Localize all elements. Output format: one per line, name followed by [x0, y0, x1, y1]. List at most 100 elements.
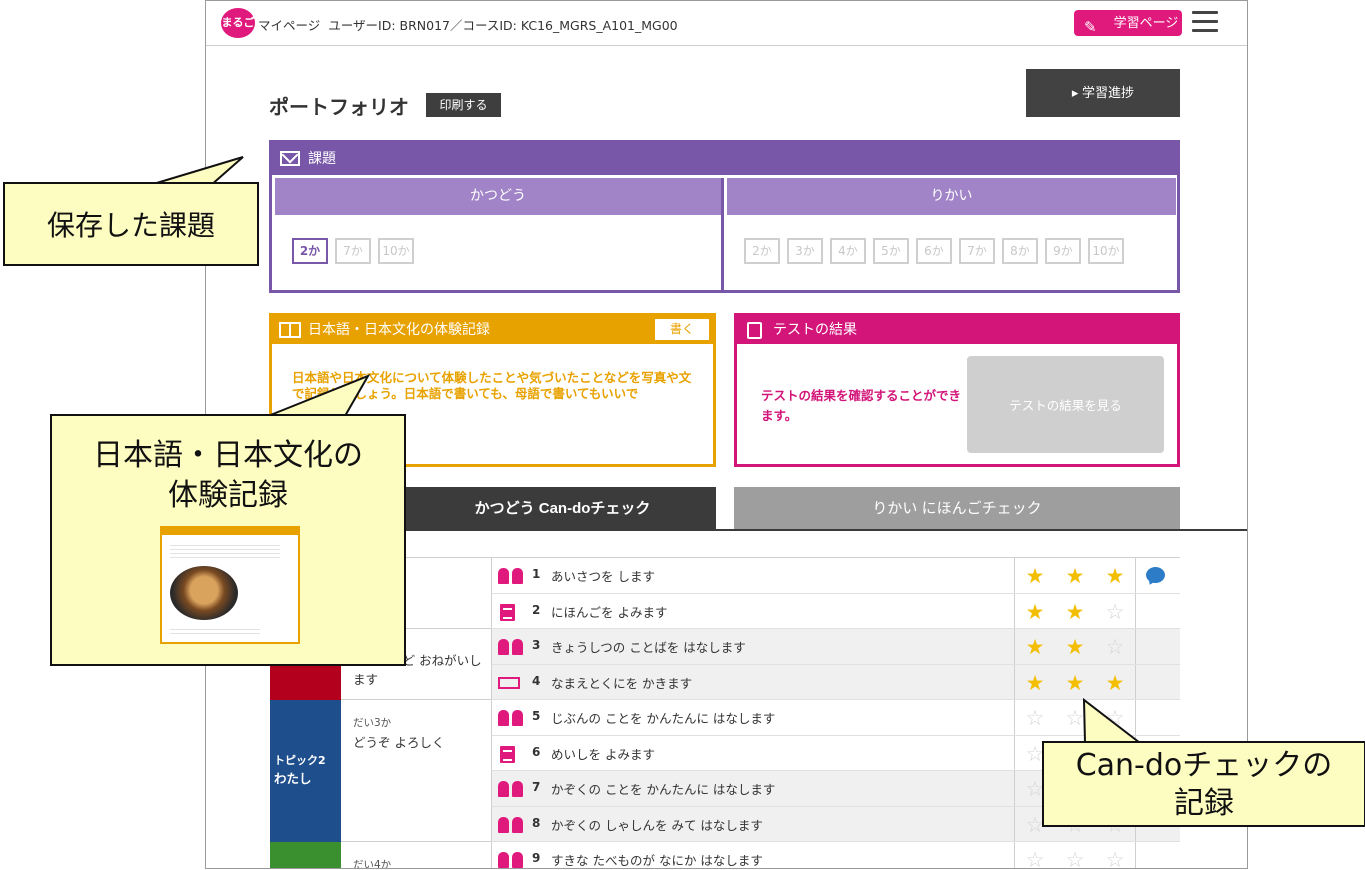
envelope-icon: [280, 151, 300, 166]
star-empty-icon[interactable]: ☆: [1101, 848, 1129, 868]
star-filled-icon[interactable]: ★: [1061, 635, 1089, 659]
kadai-rikai-column: りかい 2か 3か 4か 5か 6か 7か 8か 9か 10か: [727, 178, 1176, 290]
view-test-results-button[interactable]: テストの結果を見る: [967, 356, 1164, 453]
star-rating: ☆ ☆ ☆: [1014, 700, 1135, 735]
star-empty-icon[interactable]: ☆: [1061, 706, 1089, 730]
rikai-lesson-chip[interactable]: 9か: [1045, 238, 1081, 264]
comment-cell: [1135, 629, 1181, 664]
star-empty-icon[interactable]: ☆: [1061, 848, 1089, 868]
callout-cando-line1: Can-doチェックの: [1075, 748, 1333, 783]
katsudo-lesson-chip[interactable]: 2か: [292, 238, 328, 264]
people-icon: [498, 710, 526, 726]
document-icon: [500, 745, 515, 763]
people-icon: [498, 852, 526, 868]
breadcrumb: マイページ ユーザーID: BRN017／コースID: KC16_MGRS_A10…: [258, 15, 686, 34]
rikai-lesson-chip[interactable]: 8か: [1002, 238, 1038, 264]
document-icon: [500, 603, 515, 621]
callout-cando-record: Can-doチェックの 記録: [1042, 741, 1365, 827]
katsudo-lesson-chip[interactable]: 10か: [378, 238, 414, 264]
cando-row[interactable]: 4 なまえとくにを かきます ★ ★ ★: [491, 664, 1181, 700]
cando-statement: かぞくの ことを かんたんに はなします: [551, 782, 776, 797]
rikai-lesson-chip[interactable]: 4か: [830, 238, 866, 264]
rikai-lesson-chip[interactable]: 10か: [1088, 238, 1124, 264]
rikai-lesson-chip[interactable]: 6か: [916, 238, 952, 264]
cando-number: 5: [532, 709, 541, 723]
cando-statement: めいしを よみます: [551, 746, 655, 762]
tab-rikai-nihongo[interactable]: りかい にほんごチェック: [734, 487, 1180, 530]
callout-cando-line2: 記録: [1174, 786, 1234, 821]
study-page-button[interactable]: ✎ 学習ページ: [1074, 10, 1182, 36]
star-filled-icon[interactable]: ★: [1101, 564, 1129, 588]
cando-row[interactable]: 9 すきな たべものが なにか はなします ☆ ☆ ☆: [491, 842, 1181, 868]
top-bar: まるご マイページ ユーザーID: BRN017／コースID: KC16_MGRS…: [206, 1, 1247, 46]
cando-row[interactable]: 1 あいさつを します ★ ★ ★: [491, 558, 1180, 594]
experience-record-thumbnail: [160, 526, 300, 644]
people-icon: [498, 639, 526, 655]
star-rating: ★ ★ ★: [1014, 558, 1135, 593]
cando-number: 6: [532, 744, 541, 759]
cando-number: 1: [532, 567, 541, 581]
marugoto-logo[interactable]: まるご: [221, 8, 255, 38]
cando-statement: きょうしつの ことばを はなします: [551, 640, 746, 655]
star-rating: ☆ ☆ ☆: [1014, 842, 1135, 868]
book-icon: [279, 322, 301, 338]
cando-number: 9: [532, 851, 541, 865]
test-results-panel: テストの結果 テストの結果を確認することができます。 テストの結果を見る: [734, 313, 1180, 467]
lesson-cell: だい3か どうぞ よろしく: [341, 700, 491, 842]
learning-progress-button[interactable]: ▸ 学習進捗: [1026, 69, 1180, 117]
star-filled-icon[interactable]: ★: [1061, 671, 1089, 695]
lesson-number: だい4か: [353, 859, 392, 869]
star-filled-icon[interactable]: ★: [1021, 635, 1049, 659]
cando-number: 7: [532, 780, 541, 794]
star-filled-icon[interactable]: ★: [1021, 600, 1049, 624]
mypage-link[interactable]: マイページ: [258, 18, 320, 33]
star-rating: ★ ★ ☆: [1014, 593, 1135, 628]
star-empty-icon[interactable]: ☆: [1101, 635, 1129, 659]
people-icon: [498, 568, 526, 584]
hamburger-menu-icon[interactable]: [1192, 11, 1218, 35]
print-button[interactable]: 印刷する: [426, 93, 501, 117]
star-filled-icon[interactable]: ★: [1021, 671, 1049, 695]
people-icon: [498, 816, 526, 833]
keyboard-icon: [498, 676, 520, 689]
comment-cell: [1135, 842, 1181, 868]
star-empty-icon[interactable]: ☆: [1101, 600, 1129, 624]
kadai-katsudo-column: かつどう 2か 7か 10か: [275, 178, 724, 290]
star-rating: ★ ★ ☆: [1014, 629, 1135, 664]
cando-number: 8: [532, 815, 541, 830]
test-results-description: テストの結果を確認することができます。: [761, 388, 962, 423]
star-empty-icon[interactable]: ☆: [1101, 706, 1129, 730]
cando-row[interactable]: 5 じぶんの ことを かんたんに はなします ☆ ☆ ☆: [491, 700, 1180, 736]
cando-row[interactable]: 2 にほんごを よみます ★ ★ ☆: [491, 593, 1180, 629]
star-empty-icon[interactable]: ☆: [1021, 848, 1049, 868]
callout-experience-line2: 体験記録: [168, 478, 288, 513]
cando-row[interactable]: 3 きょうしつの ことばを はなします ★ ★ ☆: [491, 629, 1180, 665]
star-filled-icon[interactable]: ★: [1021, 564, 1049, 588]
topic-block: トピック2 わたし: [270, 700, 341, 842]
star-filled-icon[interactable]: ★: [1101, 671, 1129, 695]
pencil-icon: ✎: [1084, 19, 1097, 36]
people-icon: [498, 781, 526, 797]
lesson-cell: だい4かかぞくは 3にんです: [341, 842, 491, 869]
kadai-title: 課題: [308, 151, 336, 167]
experience-record-title: 日本語・日本文化の体験記録: [308, 322, 490, 338]
user-course-id: ユーザーID: BRN017／コースID: KC16_MGRS_A101_MG0…: [328, 18, 678, 33]
cando-statement: すきな たべものが なにか はなします: [551, 853, 763, 868]
comment-bubble-icon[interactable]: [1146, 567, 1165, 583]
write-button[interactable]: 書く: [655, 319, 709, 340]
comment-cell: [1135, 664, 1181, 699]
rikai-lesson-chip[interactable]: 2か: [744, 238, 780, 264]
rikai-lesson-chip[interactable]: 3か: [787, 238, 823, 264]
katsudo-lesson-chip[interactable]: 7か: [335, 238, 371, 264]
rikai-lesson-chip[interactable]: 7か: [959, 238, 995, 264]
star-filled-icon[interactable]: ★: [1061, 564, 1089, 588]
test-results-title: テストの結果: [773, 322, 857, 338]
kadai-header: 課題: [272, 143, 1177, 175]
star-empty-icon[interactable]: ☆: [1021, 706, 1049, 730]
document-icon: [747, 322, 762, 339]
rikai-lesson-chips: 2か 3か 4か 5か 6か 7か 8か 9か 10か: [727, 215, 1176, 264]
test-results-header: テストの結果: [737, 316, 1177, 344]
rikai-lesson-chip[interactable]: 5か: [873, 238, 909, 264]
star-filled-icon[interactable]: ★: [1061, 600, 1089, 624]
lesson-number: だい3か: [353, 717, 392, 729]
